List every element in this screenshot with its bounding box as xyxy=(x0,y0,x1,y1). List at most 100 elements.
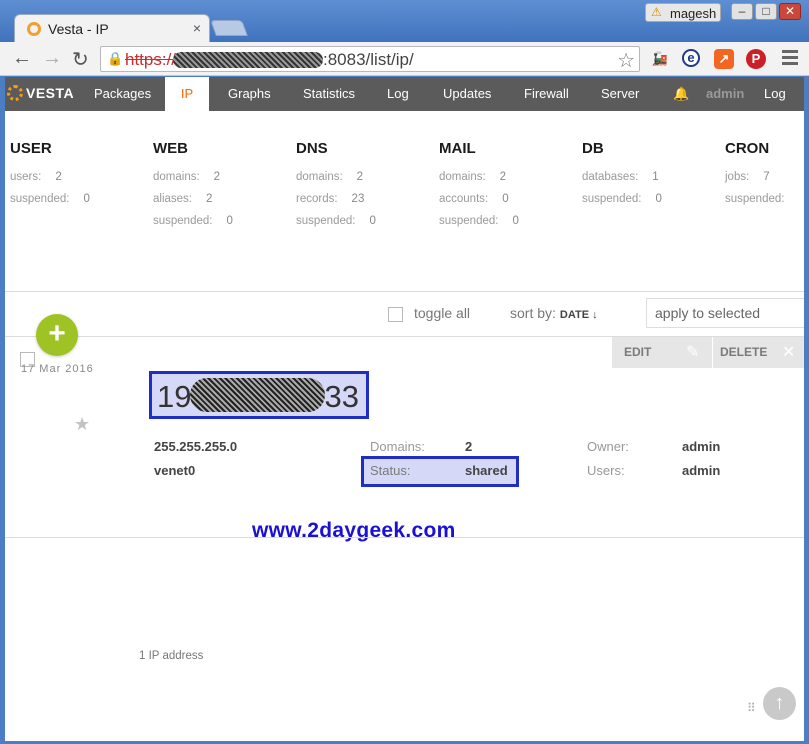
sort-field[interactable]: DATE ↓ xyxy=(560,309,598,321)
stat-label: records: xyxy=(296,193,338,205)
browser-tab[interactable]: Vesta - IP × xyxy=(14,14,210,42)
stat-label: domains: xyxy=(153,171,200,183)
delete-button[interactable]: DELETE xyxy=(720,337,767,368)
domains-value: 2 xyxy=(465,439,473,454)
stat-user: USER users: 2 suspended: 0 xyxy=(10,140,90,215)
stat-value: 1 xyxy=(652,171,659,183)
stat-db: DB databases: 1 suspended: 0 xyxy=(582,140,662,215)
stat-cron: CRON jobs: 7 suspended: xyxy=(725,140,798,215)
stat-label: accounts: xyxy=(439,193,489,205)
stat-label: domains: xyxy=(439,171,486,183)
apply-to-selected-select[interactable]: apply to selected xyxy=(646,298,804,328)
pencil-icon[interactable]: ✎ xyxy=(686,342,699,362)
close-window-button[interactable]: ✕ xyxy=(779,3,801,20)
netmask: 255.255.255.0 xyxy=(154,439,238,454)
grip-icon: ⠿ xyxy=(747,701,756,715)
ip-address-start: 19 xyxy=(157,379,192,414)
ip-address-highlight: 19 33 xyxy=(149,371,369,419)
warning-icon: ⚠ xyxy=(651,5,662,19)
chart-icon[interactable]: ↗ xyxy=(714,49,734,69)
owner-value: admin xyxy=(682,439,721,454)
broken-lock-icon: 🔒 xyxy=(107,51,124,66)
row-actions: EDIT ✎ DELETE ✕ xyxy=(612,337,804,368)
nav-packages[interactable]: Packages xyxy=(94,77,151,111)
stat-value: 0 xyxy=(502,193,509,205)
stat-value: 2 xyxy=(356,171,364,183)
url-path: :8083/list/ip/ xyxy=(323,50,414,69)
stat-dns: DNS domains: 2 records: 23 suspended: 0 xyxy=(296,140,376,237)
scroll-to-top-button[interactable]: ↑ xyxy=(763,687,796,720)
domains-label: Domains: xyxy=(370,439,425,454)
owner-label: Owner: xyxy=(587,439,629,454)
toggle-all-label[interactable]: toggle all xyxy=(414,305,470,321)
add-ip-button[interactable]: + xyxy=(36,314,78,356)
stat-label: suspended: xyxy=(296,215,356,227)
profile-badge[interactable]: ⚠ magesh xyxy=(645,3,721,22)
address-bar[interactable]: 🔒 https:// :8083/list/ip/ ☆ xyxy=(100,46,640,72)
users-value: admin xyxy=(682,463,721,478)
interface: venet0 xyxy=(154,463,196,478)
url-protocol: https:// xyxy=(125,50,177,69)
nav-statistics[interactable]: Statistics xyxy=(303,77,355,111)
back-icon[interactable]: ← xyxy=(12,47,32,70)
status-label: Status: xyxy=(370,463,411,478)
stat-label: suspended: xyxy=(439,215,499,227)
nav-updates[interactable]: Updates xyxy=(443,77,491,111)
new-tab-button[interactable] xyxy=(210,20,248,36)
stat-title: CRON xyxy=(725,140,770,157)
nav-ip[interactable]: IP xyxy=(165,77,209,111)
status-value: shared xyxy=(465,463,508,478)
stat-label: suspended: xyxy=(153,215,213,227)
delete-x-icon[interactable]: ✕ xyxy=(782,342,795,362)
stat-value: 0 xyxy=(83,193,90,205)
nav-graphs[interactable]: Graphs xyxy=(228,77,271,111)
watermark-text: www.2daygeek.com xyxy=(252,519,456,542)
stat-title: USER xyxy=(10,140,52,157)
vesta-logo[interactable]: VESTA xyxy=(7,85,74,101)
url-host-redacted xyxy=(173,52,323,68)
ip-address-redacted xyxy=(190,378,325,412)
e-icon[interactable]: e xyxy=(682,49,700,67)
top-nav: VESTA Packages IP Graphs Statistics Log … xyxy=(5,77,804,135)
stat-value: 0 xyxy=(226,215,233,227)
row-date: 17 Mar 2016 xyxy=(21,363,94,375)
ip-count: 1 IP address xyxy=(139,650,204,662)
stat-label: domains: xyxy=(296,171,343,183)
stat-value: 23 xyxy=(351,193,365,205)
sort-by-control[interactable]: sort by: DATE ↓ xyxy=(510,305,598,321)
tab-title: Vesta - IP xyxy=(48,21,109,37)
pinterest-icon[interactable]: P xyxy=(746,49,766,69)
browser-menu-icon[interactable] xyxy=(782,50,798,68)
stat-value: 0 xyxy=(655,193,662,205)
maximize-button[interactable]: □ xyxy=(755,3,777,20)
notifications-bell-icon[interactable]: 🔔 xyxy=(673,86,689,102)
tab-close-icon[interactable]: × xyxy=(193,20,201,36)
train-icon[interactable]: 🚂 xyxy=(650,49,670,69)
edit-button[interactable]: EDIT xyxy=(624,337,651,368)
nav-user[interactable]: admin xyxy=(706,77,744,111)
minimize-button[interactable]: – xyxy=(731,3,753,20)
forward-icon[interactable]: → xyxy=(42,47,62,70)
stat-label: databases: xyxy=(582,171,639,183)
stat-value: 7 xyxy=(763,171,770,183)
toggle-all-checkbox[interactable] xyxy=(388,307,403,322)
stat-value: 2 xyxy=(206,193,213,205)
actions-separator xyxy=(712,337,713,368)
logout-link[interactable]: Log out xyxy=(764,77,804,135)
nav-server[interactable]: Server xyxy=(601,77,639,111)
browser-titlebar: Vesta - IP × ⚠ magesh – □ ✕ xyxy=(0,0,809,42)
star-icon[interactable]: ★ xyxy=(74,414,90,435)
stat-title: MAIL xyxy=(439,140,476,157)
bookmark-star-icon[interactable]: ☆ xyxy=(617,48,635,73)
reload-icon[interactable]: ↻ xyxy=(72,47,89,72)
nav-firewall[interactable]: Firewall xyxy=(524,77,569,111)
stat-value: 0 xyxy=(369,215,376,227)
vesta-page: VESTA Packages IP Graphs Statistics Log … xyxy=(5,77,804,741)
stat-mail: MAIL domains: 2 accounts: 0 suspended: 0 xyxy=(439,140,519,237)
sort-by-label: sort by: xyxy=(510,305,556,321)
divider xyxy=(5,291,804,292)
stat-label: users: xyxy=(10,171,42,183)
nav-log[interactable]: Log xyxy=(387,77,409,111)
vesta-favicon-icon xyxy=(27,22,41,36)
stat-web: WEB domains: 2 aliases: 2 suspended: 0 xyxy=(153,140,233,237)
